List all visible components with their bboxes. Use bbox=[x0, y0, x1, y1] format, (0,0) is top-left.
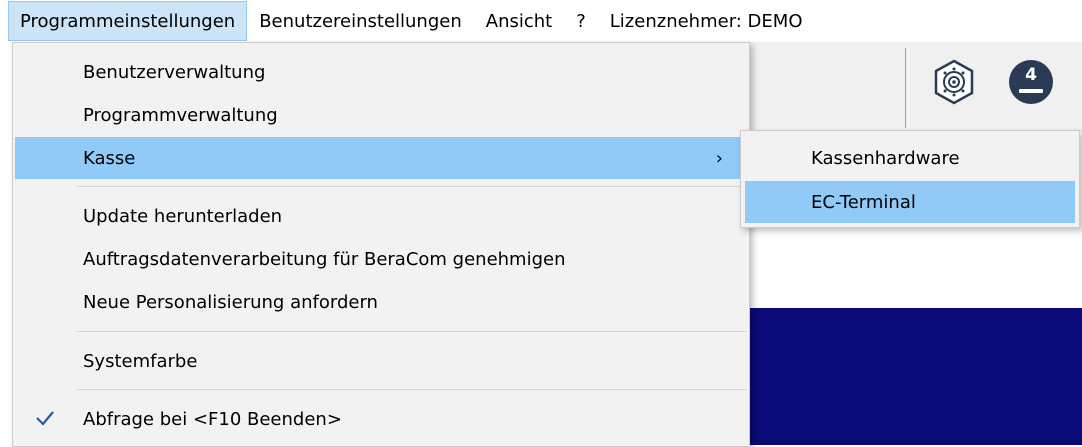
menu-separator bbox=[77, 331, 747, 332]
menu-item-label: Auftragsdatenverarbeitung für BeraCom ge… bbox=[83, 248, 566, 270]
menu-item-label: Neue Personalisierung anfordern bbox=[83, 291, 378, 313]
menu-item-label: Abfrage bei <F10 Beenden> bbox=[83, 408, 342, 430]
menu-bar: Programmeinstellungen Benutzereinstellun… bbox=[0, 0, 1082, 42]
menu-item-label: Systemfarbe bbox=[83, 350, 198, 372]
submenu-item-label: Kassenhardware bbox=[811, 147, 960, 169]
content-area bbox=[748, 228, 1082, 308]
menu-item-abfrage-f10-beenden[interactable]: Abfrage bei <F10 Beenden> bbox=[15, 398, 747, 440]
menu-help[interactable]: ? bbox=[564, 2, 598, 40]
toolbar-separator bbox=[905, 48, 909, 128]
menu-item-label: Update herunterladen bbox=[83, 205, 283, 227]
menu-item-programmverwaltung[interactable]: Programmverwaltung bbox=[15, 94, 747, 136]
menu-item-kasse[interactable]: Kasse › bbox=[15, 137, 747, 179]
menu-item-auftragsdatenverarbeitung[interactable]: Auftragsdatenverarbeitung für BeraCom ge… bbox=[15, 238, 747, 280]
badge-number: 4 bbox=[1025, 65, 1037, 85]
menu-separator bbox=[77, 186, 747, 187]
menu-ansicht[interactable]: Ansicht bbox=[474, 2, 564, 40]
chevron-right-icon: › bbox=[715, 148, 723, 169]
menu-item-neue-personalisierung[interactable]: Neue Personalisierung anfordern bbox=[15, 281, 747, 323]
kasse-submenu: Kassenhardware EC-Terminal bbox=[740, 130, 1080, 228]
menu-item-systemfarbe[interactable]: Systemfarbe bbox=[15, 340, 747, 382]
menu-item-label: Kasse bbox=[83, 147, 136, 169]
menu-item-label: Programmverwaltung bbox=[83, 104, 278, 126]
menu-item-update-herunterladen[interactable]: Update herunterladen bbox=[15, 195, 747, 237]
submenu-item-kassenhardware[interactable]: Kassenhardware bbox=[745, 137, 1075, 179]
submenu-item-label: EC-Terminal bbox=[811, 191, 916, 213]
submenu-item-ec-terminal[interactable]: EC-Terminal bbox=[745, 181, 1075, 223]
checkmark-icon bbox=[36, 411, 54, 426]
programmeinstellungen-dropdown: Benutzerverwaltung Programmverwaltung Ka… bbox=[12, 42, 750, 447]
content-dark-panel bbox=[748, 308, 1082, 445]
menu-separator bbox=[77, 389, 747, 390]
menu-item-label: Benutzerverwaltung bbox=[83, 61, 266, 83]
licensee-label: Lizenznehmer: DEMO bbox=[609, 10, 803, 32]
menu-programmeinstellungen[interactable]: Programmeinstellungen bbox=[8, 1, 248, 41]
menu-benutzereinstellungen[interactable]: Benutzereinstellungen bbox=[247, 2, 474, 40]
menu-item-benutzerverwaltung[interactable]: Benutzerverwaltung bbox=[15, 51, 747, 93]
fingerprint-badge-icon[interactable] bbox=[930, 58, 978, 106]
number-badge-icon[interactable]: 4 bbox=[1007, 58, 1055, 106]
